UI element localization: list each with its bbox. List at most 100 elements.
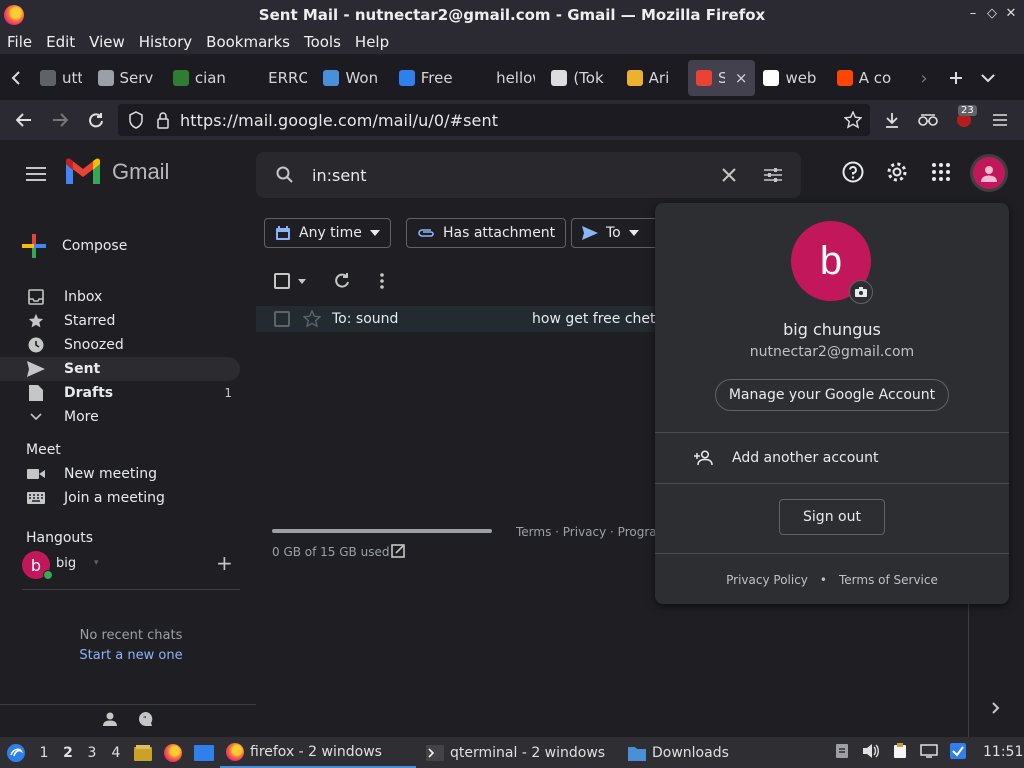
google-apps-button[interactable] xyxy=(932,163,950,185)
clipboard-tray-icon[interactable] xyxy=(834,743,850,759)
browser-tab[interactable]: (Tok xyxy=(543,60,618,96)
scroll-tabs-left-button[interactable] xyxy=(0,62,32,94)
taskbar-downloads-window[interactable]: Downloads xyxy=(622,737,772,768)
workspace-1[interactable]: 1 xyxy=(32,745,56,761)
url-text[interactable]: https://mail.google.com/mail/u/0/#sent xyxy=(180,111,498,130)
downloads-button[interactable] xyxy=(874,104,910,136)
workspace-4[interactable]: 4 xyxy=(104,745,128,761)
quicklaunch-desktop[interactable] xyxy=(188,737,220,768)
compose-button[interactable]: Compose xyxy=(20,228,127,264)
sign-out-button[interactable]: Sign out xyxy=(779,499,885,535)
clipboard-manager-icon[interactable] xyxy=(892,743,908,759)
more-options-icon[interactable] xyxy=(380,273,384,289)
to-filter-chip[interactable]: To xyxy=(571,218,661,248)
quicklaunch-firefox[interactable] xyxy=(158,737,188,768)
taskbar-clock[interactable]: 11:51 xyxy=(983,744,1023,760)
menu-history[interactable]: History xyxy=(132,33,199,51)
volume-icon[interactable] xyxy=(862,743,880,759)
quicklaunch-files[interactable] xyxy=(128,737,158,768)
browser-tab[interactable]: A co xyxy=(829,60,908,96)
chat-button[interactable]: " xyxy=(138,711,154,731)
star-icon[interactable] xyxy=(303,310,321,328)
menu-edit[interactable]: Edit xyxy=(39,33,82,51)
menu-help[interactable]: Help xyxy=(348,33,396,51)
main-menu-button[interactable] xyxy=(26,166,46,185)
new-tab-button[interactable] xyxy=(940,62,972,94)
lock-icon[interactable] xyxy=(156,111,170,129)
sidebar-item-starred[interactable]: Starred xyxy=(0,309,240,333)
close-window-button[interactable]: ✕ xyxy=(1002,6,1020,21)
hangouts-status-caret[interactable]: ▾ xyxy=(94,558,99,568)
refresh-icon[interactable] xyxy=(334,273,350,289)
extension-badge-button[interactable]: 23 xyxy=(946,104,982,136)
browser-tab[interactable]: Ari xyxy=(619,60,688,96)
change-photo-button[interactable] xyxy=(849,280,873,304)
new-meeting-button[interactable]: New meeting xyxy=(0,462,240,486)
row-checkbox[interactable] xyxy=(274,311,290,327)
search-icon[interactable] xyxy=(276,166,294,184)
external-link-icon[interactable] xyxy=(391,544,405,558)
account-avatar-button[interactable] xyxy=(970,154,1008,192)
menu-tools[interactable]: Tools xyxy=(297,33,348,51)
sidebar-item-snoozed[interactable]: Snoozed xyxy=(0,333,240,357)
shield-icon[interactable] xyxy=(128,111,144,129)
menu-view[interactable]: View xyxy=(82,33,132,51)
update-notifier-icon[interactable] xyxy=(950,743,966,759)
start-menu-button[interactable] xyxy=(0,737,32,768)
side-panel-chevron-right-icon[interactable] xyxy=(992,702,1000,714)
any-time-filter-chip[interactable]: Any time xyxy=(264,218,391,248)
browser-tab[interactable]: Se × xyxy=(688,60,756,96)
terms-of-service-link[interactable]: Terms of Service xyxy=(839,573,938,587)
reload-button[interactable] xyxy=(78,104,114,136)
sidebar-item-more[interactable]: More xyxy=(0,405,240,429)
sidebar-item-drafts[interactable]: Drafts 1 xyxy=(0,381,240,405)
browser-tab[interactable]: hellowo xyxy=(466,60,543,96)
list-all-tabs-button[interactable] xyxy=(972,62,1004,94)
sidebar-item-sent[interactable]: Sent xyxy=(0,357,240,381)
footer-links[interactable]: Terms · Privacy · Program xyxy=(516,525,656,539)
network-icon[interactable] xyxy=(920,744,938,758)
manage-account-button[interactable]: Manage your Google Account xyxy=(715,379,949,411)
settings-button[interactable] xyxy=(886,161,908,187)
start-new-chat-link[interactable]: Start a new one xyxy=(0,648,262,663)
support-button[interactable] xyxy=(842,161,864,187)
join-meeting-button[interactable]: Join a meeting xyxy=(0,486,240,510)
scroll-tabs-right-button[interactable]: › xyxy=(908,62,940,94)
has-attachment-filter-chip[interactable]: Has attachment xyxy=(406,218,567,248)
privacy-policy-link[interactable]: Privacy Policy xyxy=(726,573,808,587)
select-dropdown-caret-icon[interactable] xyxy=(298,279,306,284)
add-another-account-button[interactable]: Add another account xyxy=(732,450,879,466)
extension-glasses-button[interactable] xyxy=(910,104,946,136)
menu-bookmarks[interactable]: Bookmarks xyxy=(199,33,297,51)
browser-tab[interactable]: Free xyxy=(391,60,466,96)
contacts-button[interactable] xyxy=(102,711,118,731)
workspace-2[interactable]: 2 xyxy=(56,745,80,761)
browser-tab[interactable]: web xyxy=(755,60,828,96)
search-input[interactable]: in:sent xyxy=(312,166,367,185)
hangouts-user-row[interactable]: b big ▾ + xyxy=(22,551,240,580)
email-row[interactable]: To: sound how get free chetal xyxy=(256,306,656,332)
maximize-button[interactable]: ◇ xyxy=(983,6,1001,21)
app-menu-button[interactable] xyxy=(982,104,1018,136)
gmail-logo[interactable]: Gmail xyxy=(64,158,169,186)
url-bar[interactable]: https://mail.google.com/mail/u/0/#sent xyxy=(118,104,870,136)
back-button[interactable] xyxy=(6,104,42,136)
browser-tab[interactable]: Serv xyxy=(90,60,165,96)
search-options-icon[interactable] xyxy=(764,167,782,183)
taskbar-firefox-window[interactable]: firefox - 2 windows xyxy=(220,737,416,768)
bookmark-star-icon[interactable] xyxy=(844,111,862,129)
browser-tab[interactable]: ERROR xyxy=(238,60,315,96)
close-tab-icon[interactable]: × xyxy=(735,69,748,87)
add-hangouts-button[interactable]: + xyxy=(216,551,233,575)
workspace-3[interactable]: 3 xyxy=(80,745,104,761)
minimize-button[interactable]: – xyxy=(964,6,982,21)
sidebar-item-inbox[interactable]: Inbox xyxy=(0,285,240,309)
browser-tab[interactable]: utte xyxy=(32,60,90,96)
forward-button[interactable] xyxy=(42,104,78,136)
menu-file[interactable]: File xyxy=(0,33,39,51)
mail-search-bar[interactable]: in:sent xyxy=(256,152,801,198)
clear-search-icon[interactable] xyxy=(722,168,736,182)
browser-tab[interactable]: cian xyxy=(165,60,238,96)
browser-tab[interactable]: Won xyxy=(315,60,390,96)
taskbar-terminal-window[interactable]: qterminal - 2 windows xyxy=(420,737,622,768)
